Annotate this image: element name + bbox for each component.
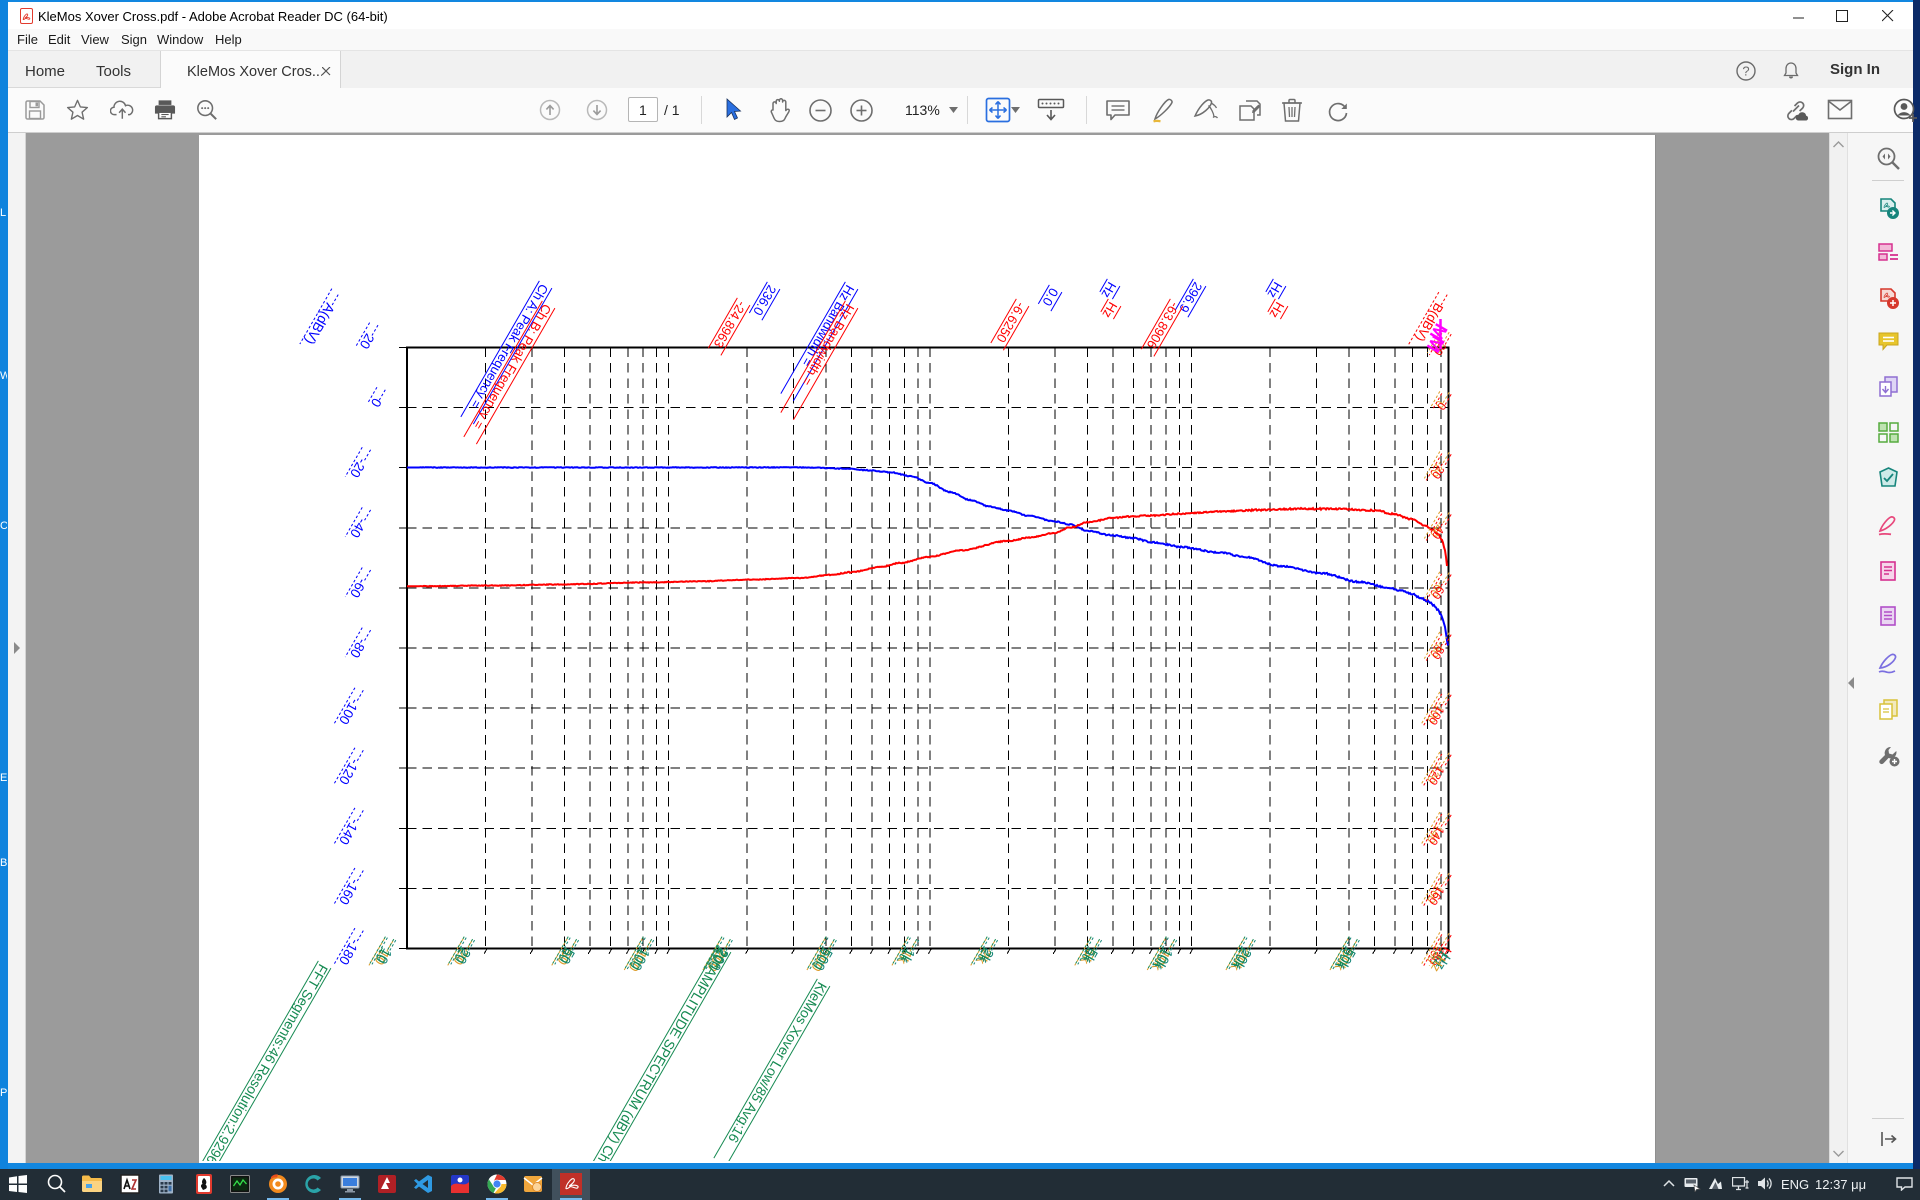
svg-text:FFT Segments:46 Resolution:2.: FFT Segments:46 Resolution:2.9296 Hz (199, 962, 331, 1162)
svg-text:236.0: 236.0 (750, 283, 779, 319)
svg-text:-40: -40 (347, 516, 370, 540)
svg-text:-120: -120 (336, 756, 363, 787)
svg-text:Hz: Hz (1264, 280, 1285, 301)
svg-text:20: 20 (357, 331, 378, 352)
svg-text:-60: -60 (347, 576, 370, 600)
svg-text:?: ? (1742, 64, 1749, 79)
svg-text:-180: -180 (336, 937, 363, 968)
svg-text:-80: -80 (347, 636, 370, 660)
svg-text:-63.8906: -63.8906 (1144, 300, 1183, 352)
svg-text:Ch B: Peak Frequency =: Ch B: Peak Frequency = (470, 302, 554, 432)
svg-text:-24.8963: -24.8963 (711, 299, 750, 351)
svg-text:-140: -140 (336, 816, 363, 847)
svg-text:Ch A: Peak Frequency =: Ch A: Peak Frequency = (468, 282, 552, 412)
svg-text:-20: -20 (347, 456, 370, 480)
svg-text:0: 0 (368, 396, 385, 410)
svg-text:A(dBV): A(dBV) (302, 301, 338, 348)
svg-text:-160: -160 (336, 876, 363, 907)
svg-text:KleMos Xover Low/85 Avg:16: KleMos Xover Low/85 Avg:16 (725, 980, 830, 1146)
svg-text:-100: -100 (336, 696, 363, 727)
svg-text:Hz: Hz (1099, 300, 1120, 321)
svg-text:20*AMPLITUDE SPECTRUM (dBV): 20*AMPLITUDE SPECTRUM (dBV) Ch A (588, 946, 731, 1162)
svg-text:Hz: Hz (1098, 280, 1119, 301)
svg-text:Hz: Hz (1266, 300, 1287, 321)
